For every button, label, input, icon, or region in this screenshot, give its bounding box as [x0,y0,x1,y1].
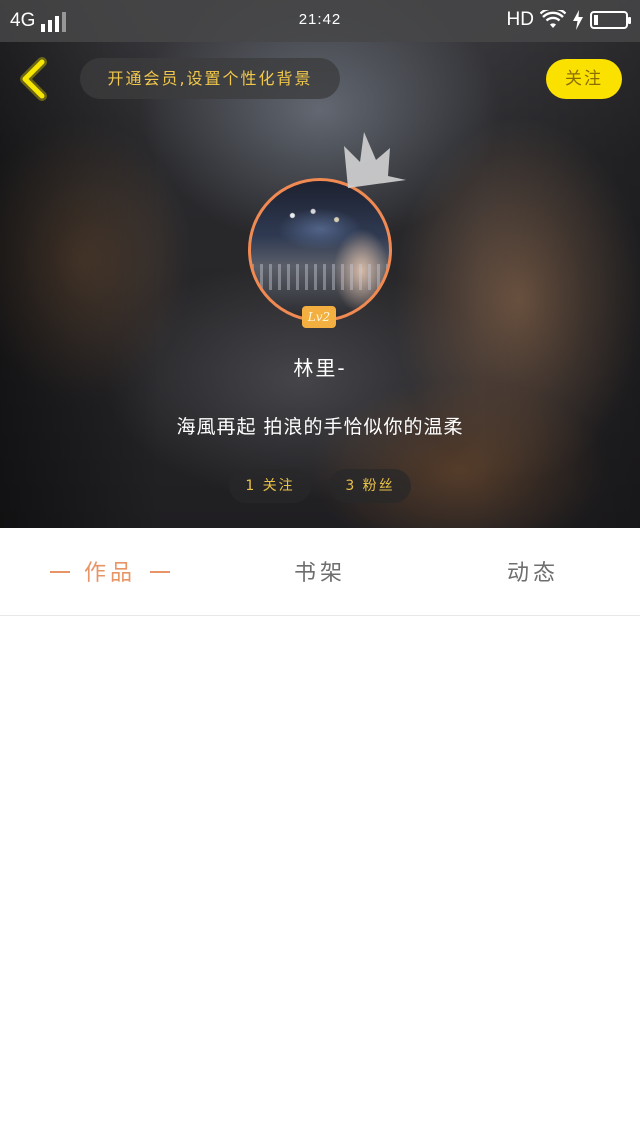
tab-works[interactable]: 作品 [20,528,200,616]
username: 林里- [293,356,347,380]
charging-icon [573,10,583,30]
chevron-left-icon [20,57,47,101]
hd-indicator: HD [506,9,534,30]
tab-works-label: 作品 [83,561,136,586]
avatar[interactable] [248,178,392,322]
fans-count[interactable]: 3 粉丝 [329,469,411,503]
follow-button[interactable]: 关注 [546,59,622,99]
back-button[interactable] [14,56,54,102]
level-badge: Lv2 [302,306,336,328]
battery-icon [590,11,631,29]
profile-screen: 4G 21:42 HD 开通会员,设置个性化背景 关注 Lv2 林里- 海風再起… [0,0,640,1138]
status-icons: HD [506,9,631,31]
tab-bookshelf[interactable]: 书架 [230,528,410,616]
tab-bookshelf-label: 书架 [293,561,346,586]
vip-background-prompt[interactable]: 开通会员,设置个性化背景 [80,58,340,99]
user-bio: 海風再起 拍浪的手恰似你的温柔 [176,416,464,438]
active-tab-indicator-right [150,571,170,573]
status-bar: 4G 21:42 HD [0,0,640,42]
active-tab-indicator-left [49,571,70,573]
tab-content-area [0,616,640,1138]
following-count[interactable]: 1 关注 [229,469,311,503]
wifi-icon [540,10,566,28]
profile-tabs: 作品 书架 动态 [0,528,640,616]
tab-activity[interactable]: 动态 [443,528,623,616]
crown-icon [344,132,406,188]
tab-activity-label: 动态 [506,561,559,586]
